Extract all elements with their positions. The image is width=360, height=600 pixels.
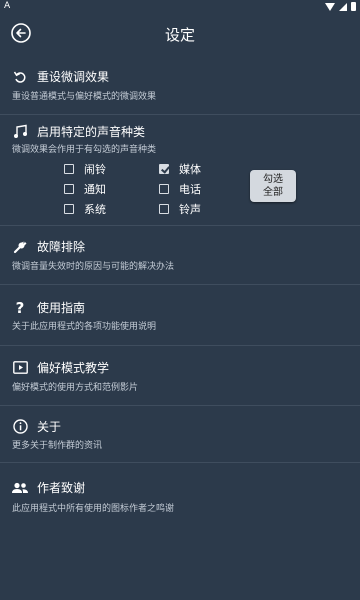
- checkbox-alarm-box[interactable]: [64, 164, 74, 174]
- checkbox-ringtone[interactable]: 铃声: [159, 201, 201, 217]
- user-guide-title: 使用指南: [37, 301, 86, 315]
- about-item[interactable]: 关于 更多关于制作群的资讯: [0, 406, 360, 463]
- checkbox-phone-box[interactable]: [159, 184, 169, 194]
- wrench-icon: [12, 239, 28, 255]
- select-all-line1: 勾选: [263, 174, 283, 185]
- music-notes-icon: [12, 124, 28, 140]
- checkbox-alarm-label: 闹铃: [84, 163, 106, 176]
- reset-tuning-desc: 重设普通模式与偏好模式的微调效果: [12, 92, 157, 102]
- status-icons: [325, 2, 356, 11]
- troubleshooting-item[interactable]: 故障排除 微调音量失效时的原因与可能的解决办法: [0, 226, 360, 285]
- checkbox-media-box[interactable]: [159, 164, 169, 174]
- sound-types-desc: 微调效果会作用于有勾选的声音种类: [12, 145, 157, 155]
- checkbox-phone-label: 电话: [179, 183, 201, 196]
- status-notification-icon: A: [4, 1, 11, 11]
- credits-desc: 此应用程式中所有使用的图标作者之鸣谢: [12, 504, 175, 514]
- checkbox-alarm[interactable]: 闹铃: [64, 161, 106, 177]
- checkbox-phone[interactable]: 电话: [159, 181, 201, 197]
- status-bar: A: [0, 0, 360, 14]
- checkbox-media-label: 媒体: [179, 163, 201, 176]
- select-all-button[interactable]: 勾选 全部: [250, 170, 296, 202]
- checkbox-system-box[interactable]: [64, 204, 74, 214]
- people-icon: [12, 480, 28, 496]
- reset-icon: [12, 69, 28, 85]
- checkbox-ringtone-label: 铃声: [179, 203, 201, 216]
- checkbox-system[interactable]: 系统: [64, 201, 106, 217]
- reset-tuning-title: 重设微调效果: [37, 70, 110, 84]
- reset-tuning-item[interactable]: 重设微调效果 重设普通模式与偏好模式的微调效果: [0, 58, 360, 115]
- user-guide-item[interactable]: ? 使用指南 关于此应用程式的各项功能使用说明: [0, 285, 360, 346]
- checkbox-notification[interactable]: 通知: [64, 181, 106, 197]
- wifi-icon: [325, 2, 335, 11]
- preference-tutorial-title: 偏好模式教学: [37, 361, 110, 375]
- cell-signal-icon: [339, 2, 347, 11]
- checkbox-ringtone-box[interactable]: [159, 204, 169, 214]
- question-icon: ?: [15, 298, 25, 317]
- checkbox-system-label: 系统: [84, 203, 106, 216]
- checkbox-media[interactable]: 媒体: [159, 161, 201, 177]
- page-title: 设定: [164, 26, 195, 44]
- troubleshooting-desc: 微调音量失效时的原因与可能的解决办法: [12, 262, 175, 272]
- checkbox-notification-label: 通知: [84, 183, 106, 196]
- app-bar: 设定: [0, 14, 360, 54]
- video-play-icon: [12, 360, 28, 376]
- preference-tutorial-desc: 偏好模式的使用方式和范例影片: [12, 383, 139, 393]
- sound-types-title: 启用特定的声音种类: [37, 125, 146, 139]
- about-title: 关于: [37, 420, 62, 434]
- select-all-line2: 全部: [263, 187, 283, 198]
- troubleshooting-title: 故障排除: [37, 240, 86, 254]
- about-desc: 更多关于制作群的资讯: [12, 441, 103, 451]
- user-guide-desc: 关于此应用程式的各项功能使用说明: [12, 322, 157, 332]
- credits-item[interactable]: 作者致谢 此应用程式中所有使用的图标作者之鸣谢: [0, 463, 360, 523]
- battery-icon: [351, 2, 356, 11]
- checkbox-notification-box[interactable]: [64, 184, 74, 194]
- preference-tutorial-item[interactable]: 偏好模式教学 偏好模式的使用方式和范例影片: [0, 346, 360, 406]
- credits-title: 作者致谢: [37, 481, 86, 495]
- info-icon: [12, 419, 28, 435]
